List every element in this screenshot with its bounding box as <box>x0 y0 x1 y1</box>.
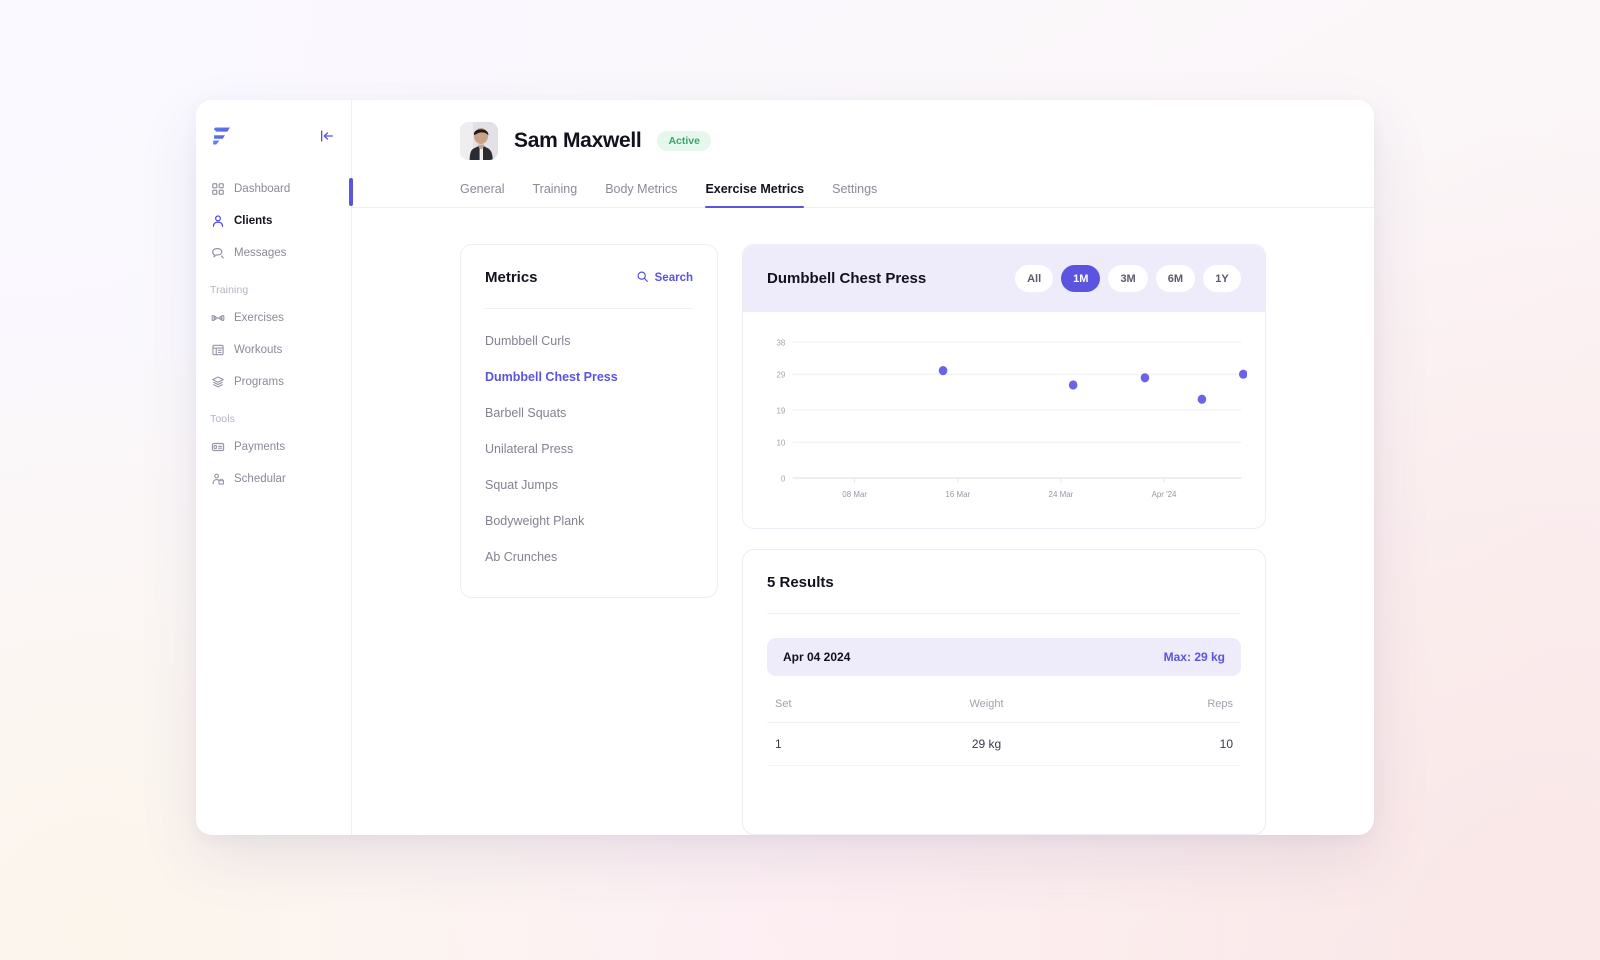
client-header: Sam Maxwell Active General Training Body… <box>352 100 1374 208</box>
chart-and-results-column: Dumbbell Chest Press All 1M 3M 6M 1Y 0 10… <box>742 244 1266 835</box>
collapse-sidebar-icon[interactable] <box>317 126 337 146</box>
list-item[interactable]: Dumbbell Chest Press <box>485 359 693 395</box>
table-icon <box>210 343 225 358</box>
metrics-panel: Metrics Search Dumbbell Curls Dumbbell C… <box>460 244 718 598</box>
results-title: 5 Results <box>767 574 1241 614</box>
cell-weight: 29 kg <box>891 722 1082 766</box>
card-icon <box>210 440 225 455</box>
sidebar-item-clients[interactable]: Clients <box>196 208 351 234</box>
sidebar-item-label: Exercises <box>234 312 284 324</box>
sidebar-item-payments[interactable]: Payments <box>196 434 351 460</box>
tab-exercise-metrics[interactable]: Exercise Metrics <box>705 182 804 208</box>
tab-body-metrics[interactable]: Body Metrics <box>605 182 677 207</box>
client-summary: Sam Maxwell Active <box>460 122 1344 160</box>
tab-training[interactable]: Training <box>532 182 577 207</box>
range-6m-button[interactable]: 6M <box>1155 265 1195 292</box>
user-icon <box>210 214 225 229</box>
svg-text:19: 19 <box>776 406 785 415</box>
column-header-reps: Reps <box>1081 686 1241 723</box>
tab-settings[interactable]: Settings <box>832 182 877 207</box>
cell-reps: 10 <box>1081 722 1241 766</box>
chat-icon <box>210 246 225 261</box>
grid-icon <box>210 182 225 197</box>
sidebar-section-training-label: Training <box>210 284 249 296</box>
table-header-row: Set Weight Reps <box>767 686 1241 723</box>
sidebar-item-label: Schedular <box>234 473 286 485</box>
range-3m-button[interactable]: 3M <box>1108 265 1148 292</box>
tab-general[interactable]: General <box>460 182 504 207</box>
sidebar-nav: Dashboard Clients Messages Training Exer… <box>196 176 351 492</box>
chart-body: 0 10 19 29 38 08 Mar 16 Mar 24 Mar Apr '24 <box>743 312 1265 528</box>
main-content: Sam Maxwell Active General Training Body… <box>352 100 1374 835</box>
range-all-button[interactable]: All <box>1015 265 1054 292</box>
sidebar: Dashboard Clients Messages Training Exer… <box>196 100 353 835</box>
sidebar-item-label: Payments <box>234 441 286 453</box>
client-tabs: General Training Body Metrics Exercise M… <box>460 182 1344 208</box>
avatar <box>460 122 498 160</box>
layers-icon <box>210 375 225 390</box>
sidebar-item-schedular[interactable]: Schedular <box>196 466 351 492</box>
sidebar-header <box>196 116 351 156</box>
metrics-title: Metrics <box>485 269 538 286</box>
sets-table: Set Weight Reps 1 29 kg 10 <box>767 686 1241 766</box>
exercise-metric-scatter-chart: 0 10 19 29 38 08 Mar 16 Mar 24 Mar Apr '24 <box>776 338 1247 499</box>
status-badge: Active <box>657 131 711 151</box>
chart-title: Dumbbell Chest Press <box>767 270 927 287</box>
metrics-panel-header: Metrics Search <box>485 269 693 309</box>
column-header-set: Set <box>767 686 892 723</box>
svg-text:0: 0 <box>781 474 786 483</box>
result-entry-header[interactable]: Apr 04 2024 Max: 29 kg <box>767 638 1241 676</box>
sidebar-item-label: Programs <box>234 376 284 388</box>
list-item[interactable]: Squat Jumps <box>485 467 693 503</box>
svg-text:08 Mar: 08 Mar <box>842 490 867 499</box>
list-item[interactable]: Ab Crunches <box>485 539 693 575</box>
sidebar-item-exercises[interactable]: Exercises <box>196 305 351 331</box>
sidebar-item-label: Dashboard <box>234 183 291 195</box>
sidebar-item-label: Clients <box>234 215 273 227</box>
dumbbell-icon <box>210 311 225 326</box>
metrics-list: Dumbbell Curls Dumbbell Chest Press Barb… <box>485 309 693 575</box>
svg-text:24 Mar: 24 Mar <box>1049 490 1074 499</box>
app-window: Dashboard Clients Messages Training Exer… <box>196 100 1374 835</box>
sidebar-item-programs[interactable]: Programs <box>196 369 351 395</box>
sidebar-section-tools-label: Tools <box>210 413 236 425</box>
cell-set: 1 <box>767 722 892 766</box>
svg-text:10: 10 <box>776 438 785 447</box>
range-filter-group: All 1M 3M 6M 1Y <box>1015 265 1241 292</box>
sidebar-item-label: Messages <box>234 247 287 259</box>
sidebar-item-label: Workouts <box>234 344 283 356</box>
chart-header: Dumbbell Chest Press All 1M 3M 6M 1Y <box>743 245 1265 312</box>
svg-text:Apr '24: Apr '24 <box>1152 490 1177 499</box>
exercise-metrics-body: Metrics Search Dumbbell Curls Dumbbell C… <box>352 208 1374 835</box>
results-card: 5 Results Apr 04 2024 Max: 29 kg Set Wei… <box>742 549 1266 835</box>
list-item[interactable]: Dumbbell Curls <box>485 323 693 359</box>
sidebar-item-messages[interactable]: Messages <box>196 240 351 266</box>
column-header-weight: Weight <box>891 686 1082 723</box>
search-button[interactable]: Search <box>636 270 693 286</box>
sidebar-item-workouts[interactable]: Workouts <box>196 337 351 363</box>
svg-text:38: 38 <box>776 338 785 347</box>
list-item[interactable]: Barbell Squats <box>485 395 693 431</box>
list-item[interactable]: Bodyweight Plank <box>485 503 693 539</box>
sidebar-active-indicator <box>349 178 353 206</box>
svg-text:16 Mar: 16 Mar <box>945 490 970 499</box>
search-label: Search <box>654 271 693 284</box>
result-max-badge: Max: 29 kg <box>1163 650 1225 664</box>
schedule-person-icon <box>210 472 225 487</box>
range-1y-button[interactable]: 1Y <box>1203 265 1241 292</box>
app-logo-icon[interactable] <box>210 125 234 147</box>
range-1m-button[interactable]: 1M <box>1061 265 1101 292</box>
result-date: Apr 04 2024 <box>783 650 851 664</box>
sidebar-item-dashboard[interactable]: Dashboard <box>196 176 351 202</box>
search-icon <box>636 270 649 286</box>
chart-card: Dumbbell Chest Press All 1M 3M 6M 1Y 0 10… <box>742 244 1266 529</box>
list-item[interactable]: Unilateral Press <box>485 431 693 467</box>
table-row: 1 29 kg 10 <box>767 722 1241 766</box>
svg-text:29: 29 <box>776 370 785 379</box>
page-title: Sam Maxwell <box>514 129 642 152</box>
